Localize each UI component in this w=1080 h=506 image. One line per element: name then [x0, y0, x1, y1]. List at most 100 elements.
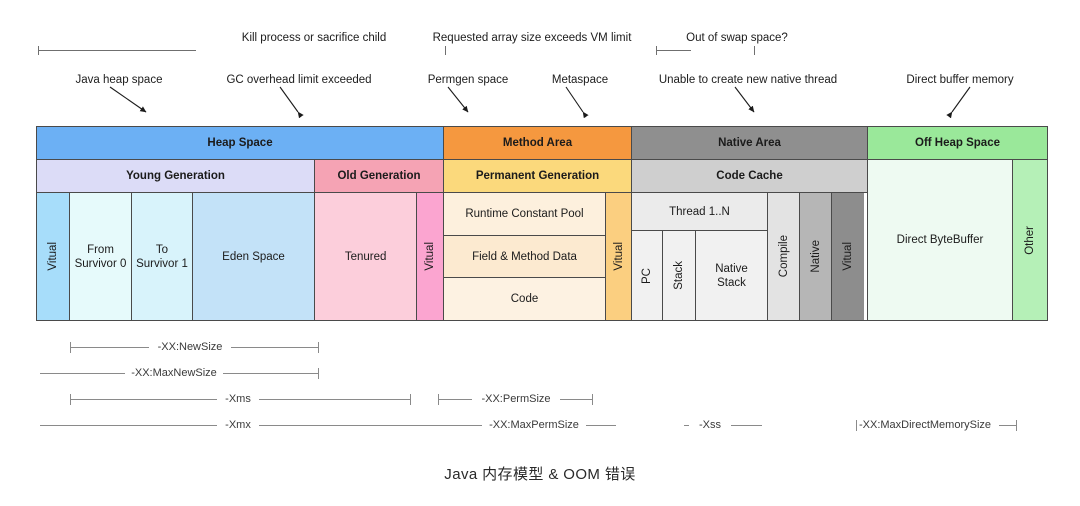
- flag-label-xms: -Xms: [225, 393, 251, 405]
- subregion-title-code-cache: Code Cache: [632, 160, 867, 193]
- cell-label: Vitual: [612, 242, 625, 271]
- flag-label-xxmaxnewsize: -XX:MaxNewSize: [131, 367, 217, 379]
- flag-line-left-xxpermsize: [438, 399, 473, 400]
- permgen-body: Runtime Constant Pool Field & Method Data…: [444, 193, 631, 321]
- subregion-code-cache: Code Cache Thread 1..N PC Stack Native Stack C…: [632, 160, 867, 320]
- cell-compile: Compile: [767, 193, 799, 320]
- cell-vitual: Vitual: [37, 193, 69, 320]
- flag-line-right-xxmaxnewsize: [223, 373, 318, 374]
- cell-code: Code: [444, 277, 605, 321]
- jvm-memory-diagram: Heap Space Young Generation Vitual From Surv…: [36, 126, 1048, 321]
- cell-from-survivor-0: From Survivor 0: [69, 193, 131, 320]
- flag-cap-left-xxpermsize: [438, 394, 439, 405]
- cell-pc: PC: [632, 231, 662, 320]
- flag-line-right-xxmaxdirectmemorysize: [999, 425, 1016, 426]
- cell-label: Eden Space: [222, 250, 285, 263]
- flag-label-xmx: -Xmx: [225, 419, 251, 431]
- cell-eden-space: Eden Space: [192, 193, 314, 320]
- cell-other: Other: [1012, 160, 1047, 320]
- cell-label: Other: [1024, 225, 1036, 255]
- flag-line-left-xxmaxpermsize: [438, 425, 482, 426]
- subregion-young-generation: Young Generation Vitual From Survivor 0 To Su…: [37, 160, 314, 320]
- subregion-cells-0-1: Tenured Vitual: [315, 193, 443, 320]
- flag-cap-right-xxpermsize: [592, 394, 593, 405]
- region-title-0: Heap Space: [37, 127, 443, 160]
- region-body-2: Code Cache Thread 1..N PC Stack Native Stack C…: [632, 160, 867, 320]
- flag-label-xxpermsize: -XX:PermSize: [481, 393, 551, 405]
- cell-label: PC: [641, 267, 653, 284]
- cell-vitual: Vitual: [831, 193, 864, 320]
- offheap-body: Direct ByteBuffer Other: [868, 160, 1047, 320]
- region-off-heap-space: Off Heap Space Direct ByteBuffer Other: [867, 127, 1047, 320]
- native-body: Thread 1..N PC Stack Native Stack Compile Nati…: [632, 193, 867, 320]
- cell-label: From Survivor 0: [74, 243, 127, 270]
- diagram-canvas: Kill process or sacrifice child Requested…: [0, 0, 1080, 506]
- flag-cap-left-xxnewsize: [70, 342, 71, 353]
- region-title-3: Off Heap Space: [868, 127, 1047, 160]
- flag-line-right-xmx: [259, 425, 448, 426]
- cell-label: Vitual: [424, 242, 437, 271]
- region-method-area: Method Area Permanent Generation Runtime C…: [443, 127, 631, 321]
- subregion-title-0-0: Young Generation: [37, 160, 314, 193]
- cell-label: Direct ByteBuffer: [896, 234, 984, 246]
- thread-group-label: Thread 1..N: [632, 193, 767, 231]
- flag-line-right-xxpermsize: [559, 399, 592, 400]
- subregion-title-0-1: Old Generation: [315, 160, 443, 193]
- subregion-title-permgen: Permanent Generation: [444, 160, 631, 193]
- thread-group: Thread 1..N PC Stack Native Stack: [632, 193, 767, 320]
- permgen-stack: Runtime Constant Pool Field & Method Data…: [444, 193, 605, 321]
- region-heap-space: Heap Space Young Generation Vitual From Surv…: [37, 127, 443, 320]
- subregion-permanent-generation: Permanent Generation Runtime Constant Poo…: [444, 160, 631, 321]
- region-body-0: Young Generation Vitual From Survivor 0 To Su…: [37, 160, 443, 320]
- cell-label: Stack: [673, 261, 685, 290]
- flag-line-right-xss: [731, 425, 762, 426]
- cell-native: Native: [799, 193, 831, 320]
- region-body-1: Permanent Generation Runtime Constant Poo…: [444, 160, 631, 321]
- thread-group-cells: PC Stack Native Stack: [632, 231, 767, 320]
- cell-label: To Survivor 1: [136, 243, 188, 270]
- flag-cap-left-xms: [70, 394, 71, 405]
- region-body-3: Direct ByteBuffer Other: [868, 160, 1047, 320]
- flag-line-right-xms: [259, 399, 410, 400]
- cell-label: Vitual: [842, 242, 854, 271]
- cell-label: Tenured: [344, 250, 387, 263]
- flag-line-left-xxnewsize: [70, 347, 150, 348]
- cell-to-survivor-1: To Survivor 1: [131, 193, 192, 320]
- annotation-arrows: [109, 86, 971, 119]
- diagram-caption: Java 内存模型 & OOM 错误: [444, 466, 636, 483]
- cell-vitual: Vitual: [416, 193, 443, 320]
- flag-line-left-xss: [684, 425, 689, 426]
- flag-label-xxmaxpermsize: -XX:MaxPermSize: [489, 419, 579, 431]
- flag-cap-right-xxmaxnewsize: [318, 368, 319, 379]
- flag-line-left-xmx: [40, 425, 217, 426]
- cell-label: Native Stack: [715, 262, 748, 289]
- cell-field-method-data: Field & Method Data: [444, 234, 605, 278]
- cell-label: Compile: [777, 235, 790, 278]
- cell-tenured: Tenured: [315, 193, 417, 320]
- region-native-area: Native Area Code Cache Thread 1..N PC Stack N…: [631, 127, 867, 320]
- flag-line-right-xxmaxpermsize: [586, 425, 616, 426]
- flag-cap-right-xxmaxdirectmemorysize: [1016, 420, 1017, 431]
- cell-label: Code: [510, 293, 539, 306]
- region-title-2: Native Area: [632, 127, 867, 160]
- flag-line-right-xxnewsize: [230, 347, 318, 348]
- cell-label: Native: [809, 240, 822, 273]
- subregion-old-generation: Old Generation Tenured Vitual: [314, 160, 443, 320]
- flag-cap-right-xxnewsize: [318, 342, 319, 353]
- flag-label-xxnewsize: -XX:NewSize: [157, 341, 223, 353]
- cell-label: Field & Method Data: [472, 250, 577, 263]
- flag-cap-right-xms: [410, 394, 411, 405]
- cell-stack: Stack: [662, 231, 695, 320]
- region-title-1: Method Area: [444, 127, 631, 160]
- subregion-cells-0-0: Vitual From Survivor 0 To Survivor 1 Eden Spa…: [37, 193, 314, 320]
- cell-native-stack: Native Stack: [695, 231, 767, 320]
- flag-line-left-xms: [70, 399, 217, 400]
- cell-vitual-permgen: Vitual: [605, 193, 631, 320]
- cell-direct-bytebuffer: Direct ByteBuffer: [868, 160, 1012, 320]
- flag-label-xxmaxdirectmemorysize: -XX:MaxDirectMemorySize: [858, 419, 992, 431]
- cell-label: Runtime Constant Pool: [465, 207, 584, 220]
- flag-cap-left-xxmaxdirectmemorysize: [856, 420, 857, 431]
- flag-line-left-xxmaxnewsize: [40, 373, 125, 374]
- flag-label-xss: -Xss: [699, 419, 721, 431]
- cell-runtime-constant-pool: Runtime Constant Pool: [444, 193, 605, 235]
